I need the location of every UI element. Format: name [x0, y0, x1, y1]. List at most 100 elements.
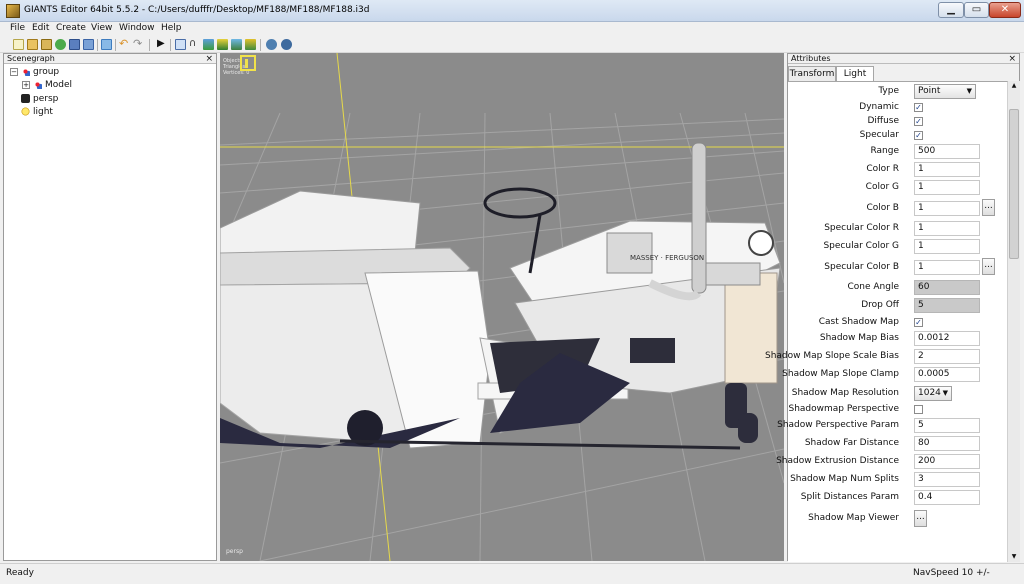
sm-resolution-select[interactable]: 1024 ▼	[914, 386, 952, 401]
range-field[interactable]: 500	[914, 144, 980, 159]
sm-resolution-label: Shadow Map Resolution	[791, 388, 899, 398]
color-r-label: Color R	[866, 164, 899, 174]
collapse-icon[interactable]: −	[10, 67, 18, 76]
tree-node-label: Model	[45, 80, 73, 90]
title-bar: GIANTS Editor 64bit 5.5.2 - C:/Users/duf…	[0, 0, 1024, 22]
sm-perspective-label: Shadowmap Perspective	[788, 404, 900, 414]
close-window-button[interactable]: ✕	[989, 2, 1021, 18]
color-b-field[interactable]: 1	[914, 201, 980, 216]
tab-transform[interactable]: Transform	[788, 66, 836, 81]
scroll-up-icon[interactable]: ▲	[1008, 81, 1020, 91]
sm-slope-bias-field[interactable]: 2	[914, 349, 980, 364]
color-g-field[interactable]: 1	[914, 180, 980, 195]
new-icon[interactable]	[13, 39, 24, 50]
attributes-panel: Attributes × Transform Light Type Point ▼…	[765, 53, 1020, 562]
model-icon	[33, 80, 42, 89]
scroll-thumb[interactable]	[1009, 109, 1019, 259]
split-dist-field[interactable]: 0.4	[914, 490, 980, 505]
dynamic-checkbox[interactable]: ✓	[914, 103, 923, 112]
tree-node-persp[interactable]: persp	[21, 93, 58, 105]
3d-viewport[interactable]: MASSEY · FERGUSON Objects Triangles Vert…	[220, 53, 784, 561]
play-icon[interactable]: ▶	[157, 39, 168, 50]
tree-node-label: group	[33, 67, 60, 77]
sm-viewer-button[interactable]: ...	[914, 510, 927, 527]
import-icon[interactable]	[101, 39, 112, 50]
maximize-button[interactable]: ▭	[964, 2, 989, 18]
spec-g-field[interactable]: 1	[914, 239, 980, 254]
scroll-down-icon[interactable]: ▼	[1008, 552, 1020, 562]
magnet-icon[interactable]: ∩	[189, 39, 200, 50]
toolbar: ↶ ↷ ▶ ∩	[0, 37, 1024, 53]
color-r-field[interactable]: 1	[914, 162, 980, 177]
type-label: Type	[878, 86, 899, 96]
shadow-extrusion-field[interactable]: 200	[914, 454, 980, 469]
menu-window[interactable]: Window	[119, 23, 155, 33]
nav-settings-icon[interactable]	[281, 39, 292, 50]
spec-b-label: Specular Color B	[824, 262, 899, 272]
tab-light[interactable]: Light	[836, 66, 874, 81]
viewport-camera-label: persp	[226, 548, 243, 555]
drop-off-label: Drop Off	[861, 300, 899, 310]
paint-icon[interactable]	[217, 39, 228, 50]
spec-r-field[interactable]: 1	[914, 221, 980, 236]
light-icon	[21, 107, 30, 116]
save-all-icon[interactable]	[69, 39, 80, 50]
export-icon[interactable]	[83, 39, 94, 50]
tree-node-light[interactable]: light	[21, 106, 53, 118]
sculpt-icon[interactable]	[231, 39, 242, 50]
reload-icon[interactable]	[55, 39, 66, 50]
redo-icon[interactable]: ↷	[133, 38, 144, 50]
terrain-icon[interactable]	[203, 39, 214, 50]
menu-create[interactable]: Create	[56, 23, 86, 33]
scenegraph-close-button[interactable]: ×	[205, 54, 213, 64]
drop-off-field[interactable]: 5	[914, 298, 980, 313]
spec-g-label: Specular Color G	[823, 241, 899, 251]
tree-node-model[interactable]: + Model	[22, 79, 72, 91]
foliage-icon[interactable]	[245, 39, 256, 50]
tree-node-group[interactable]: − group	[10, 66, 59, 78]
sm-bias-field[interactable]: 0.0012	[914, 331, 980, 346]
viewport-scene: MASSEY · FERGUSON	[220, 53, 784, 561]
undo-icon[interactable]: ↶	[119, 38, 130, 50]
attributes-scrollbar[interactable]: ▲ ▼	[1008, 81, 1020, 562]
sm-slope-clamp-field[interactable]: 0.0005	[914, 367, 980, 382]
cast-shadow-checkbox[interactable]: ✓	[914, 318, 923, 327]
specular-label: Specular	[859, 130, 899, 140]
cone-angle-field[interactable]: 60	[914, 280, 980, 295]
shadow-persp-param-label: Shadow Perspective Param	[777, 420, 899, 430]
settings-icon[interactable]	[266, 39, 277, 50]
menu-edit[interactable]: Edit	[32, 23, 49, 33]
expand-icon[interactable]: +	[22, 80, 30, 89]
sm-splits-label: Shadow Map Num Splits	[790, 474, 899, 484]
attributes-close-button[interactable]: ×	[1008, 54, 1016, 64]
dropdown-arrow-icon: ▼	[966, 87, 972, 95]
open-icon[interactable]	[27, 39, 38, 50]
save-icon[interactable]	[41, 39, 52, 50]
spec-color-picker-button[interactable]: ...	[982, 258, 995, 275]
color-g-label: Color G	[865, 182, 899, 192]
menu-view[interactable]: View	[91, 23, 112, 33]
menu-file[interactable]: File	[10, 23, 25, 33]
specular-checkbox[interactable]: ✓	[914, 131, 923, 140]
status-bar: Ready NavSpeed 10 +/-	[0, 563, 1024, 584]
sm-viewer-label: Shadow Map Viewer	[808, 513, 899, 523]
color-picker-button[interactable]: ...	[982, 199, 995, 216]
diffuse-label: Diffuse	[867, 116, 899, 126]
split-dist-label: Split Distances Param	[800, 492, 899, 502]
sm-resolution-value: 1024	[918, 388, 941, 398]
shadow-persp-param-field[interactable]: 5	[914, 418, 980, 433]
diffuse-checkbox[interactable]: ✓	[914, 117, 923, 126]
type-select[interactable]: Point ▼	[914, 84, 976, 99]
light-attributes-form: Type Point ▼ Dynamic ✓ Diffuse ✓ Specular…	[765, 81, 1008, 562]
shadow-far-field[interactable]: 80	[914, 436, 980, 451]
sm-perspective-checkbox[interactable]	[914, 405, 923, 414]
sm-splits-field[interactable]: 3	[914, 472, 980, 487]
spec-b-field[interactable]: 1	[914, 260, 980, 275]
select-icon[interactable]	[175, 39, 186, 50]
menu-help[interactable]: Help	[161, 23, 182, 33]
shadow-far-label: Shadow Far Distance	[804, 438, 899, 448]
cast-shadow-label: Cast Shadow Map	[818, 317, 899, 327]
minimize-button[interactable]: ▁	[938, 2, 964, 18]
scenegraph-title: Scenegraph	[7, 54, 55, 63]
attributes-title: Attributes	[791, 54, 831, 63]
